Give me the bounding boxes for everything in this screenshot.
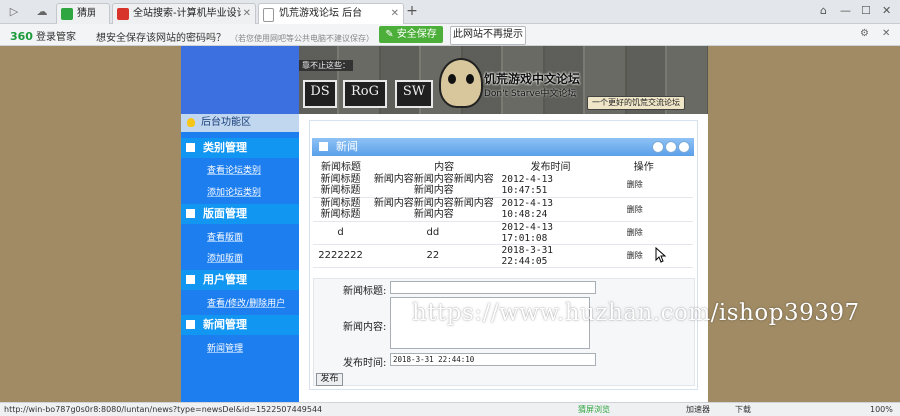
sidebar-group-news[interactable]: 新闻管理 bbox=[181, 315, 299, 335]
publish-button[interactable]: 发布 bbox=[316, 373, 343, 386]
forum-banner: 靠不止这些： DS RoG SW 饥荒游戏中文论坛 Don't Starve中文… bbox=[299, 46, 708, 114]
new-tab-button[interactable]: + bbox=[404, 4, 420, 20]
banner-subtitle: Don't Starve中文论坛 bbox=[484, 89, 577, 99]
time-input[interactable]: 2018-3-31 22:44:10 bbox=[390, 353, 596, 366]
sidebar-group-users[interactable]: 用户管理 bbox=[181, 270, 299, 290]
col-header-time: 发布时间 bbox=[530, 161, 571, 173]
news-content-cell: 新闻内容新闻内容新闻内容新闻内容 bbox=[368, 197, 498, 222]
tab-guess-browse[interactable]: 猜屏浏览 bbox=[56, 3, 110, 25]
sidebar-item-news[interactable]: 新闻管理 bbox=[207, 341, 243, 354]
save-password-question: 想安全保存该网站的密码吗？ （若您使用网吧等公共电脑不建议保存） bbox=[96, 33, 374, 44]
news-content-cell: 新闻内容新闻内容新闻内容新闻内容 bbox=[368, 173, 498, 198]
table-row: d dd 2012-4-13 17:01:08 删除 bbox=[313, 221, 693, 245]
col-header-content: 内容 bbox=[434, 161, 455, 173]
content-label: 新闻内容: bbox=[343, 322, 387, 333]
table-header-row: 新闻标题 内容 发布时间 操作 bbox=[313, 157, 693, 173]
title-label: 新闻标题: bbox=[343, 286, 387, 297]
public-computer-note: （若您使用网吧等公共电脑不建议保存） bbox=[230, 34, 374, 43]
delete-link[interactable]: 删除 bbox=[596, 244, 693, 268]
circle-icon[interactable] bbox=[665, 141, 677, 153]
news-panel-header: 新闻 bbox=[312, 138, 694, 156]
news-title-cell: 2222222 bbox=[313, 244, 369, 268]
sign-rog: RoG bbox=[343, 80, 387, 108]
status-url: http://win-bo787g0s0r8:8080/luntan/news?… bbox=[4, 405, 323, 414]
sidebar-toggle-icon[interactable]: ▷ bbox=[6, 4, 22, 20]
character-face-icon bbox=[439, 58, 483, 108]
minimize-icon[interactable]: — bbox=[840, 4, 851, 18]
safe-save-button[interactable]: ✎ 安全保存 bbox=[379, 26, 443, 43]
news-content-cell: dd bbox=[368, 221, 498, 245]
delete-link[interactable]: 删除 bbox=[596, 173, 693, 198]
square-bullet-icon bbox=[319, 142, 328, 151]
status-zoom[interactable]: 100% bbox=[870, 403, 893, 416]
square-bullet-icon bbox=[186, 275, 195, 284]
news-title-cell: 新闻标题 新闻标题 bbox=[313, 197, 369, 222]
sign-ds: DS bbox=[303, 80, 337, 108]
col-header-action: 操作 bbox=[633, 161, 654, 173]
delete-link[interactable]: 删除 bbox=[596, 197, 693, 222]
sidebar-item-manage-users[interactable]: 查看/修改/删除用户 bbox=[207, 296, 285, 309]
gear-icon[interactable]: ⚙ bbox=[860, 28, 869, 39]
never-prompt-button[interactable]: 此网站不再提示 bbox=[450, 26, 526, 45]
browser-status-bar: http://win-bo787g0s0r8:8080/luntan/news?… bbox=[0, 402, 900, 416]
red-square-icon bbox=[117, 8, 129, 20]
cloud-icon[interactable]: ☁ bbox=[34, 4, 50, 20]
circle-icon[interactable] bbox=[652, 141, 664, 153]
sidebar-current-area: 后台功能区 bbox=[181, 114, 299, 132]
status-guess-browse[interactable]: 猜屏浏览 bbox=[578, 403, 610, 416]
banner-tagline: 靠不止这些： bbox=[299, 60, 353, 71]
banner-slogan: 一个更好的饥荒交流论坛 bbox=[587, 96, 685, 110]
sidebar-item-add-category[interactable]: 添加论坛类别 bbox=[207, 185, 261, 198]
news-time-cell: 2012-4-13 10:47:51 bbox=[497, 173, 597, 198]
circle-icon[interactable] bbox=[678, 141, 690, 153]
sidebar-item-view-categories[interactable]: 查看论坛类别 bbox=[207, 163, 261, 176]
square-bullet-icon bbox=[186, 209, 195, 218]
close-icon[interactable]: ✕ bbox=[391, 4, 399, 24]
close-icon[interactable]: ✕ bbox=[882, 28, 890, 39]
status-accelerator[interactable]: 加速器 bbox=[686, 403, 710, 416]
sidebar-item-add-board[interactable]: 添加版面 bbox=[207, 251, 243, 264]
close-window-icon[interactable]: ✕ bbox=[882, 4, 891, 18]
sidebar-item-view-boards[interactable]: 查看版面 bbox=[207, 230, 243, 243]
lightbulb-icon bbox=[187, 118, 195, 127]
admin-sidebar: 后台功能区 类别管理 查看论坛类别 添加论坛类别 版面管理 查看版面 添加版面 … bbox=[181, 114, 299, 402]
panel-title: 新闻 bbox=[336, 140, 358, 153]
sidebar-group-category[interactable]: 类别管理 bbox=[181, 138, 299, 158]
watermark-text: https://www.huzhan.com/ishop39397 bbox=[412, 300, 860, 326]
sign-sw: SW bbox=[395, 80, 433, 108]
browser-tab-strip: ▷ ☁ 猜屏浏览 全站搜索-计算机毕业设计_计算机 ✕ 饥荒游戏论坛 后台 ✕ … bbox=[0, 0, 900, 26]
page-icon bbox=[263, 8, 274, 22]
news-table: 新闻标题 内容 发布时间 操作 新闻标题 新闻标题 新闻内容新闻内容新闻内容新闻… bbox=[313, 157, 693, 268]
brand-logo: 360 登录管家 bbox=[10, 30, 76, 43]
time-label: 发布时间: bbox=[343, 358, 387, 369]
sidebar-header-block bbox=[181, 46, 299, 114]
news-content-cell: 22 bbox=[368, 244, 498, 268]
news-time-cell: 2012-4-13 10:48:24 bbox=[497, 197, 597, 222]
banner-title: 饥荒游戏中文论坛 bbox=[484, 72, 581, 86]
news-title-cell: d bbox=[313, 221, 369, 245]
close-icon[interactable]: ✕ bbox=[243, 4, 251, 24]
green-square-icon bbox=[61, 8, 73, 20]
square-bullet-icon bbox=[186, 143, 195, 152]
sidebar-group-board[interactable]: 版面管理 bbox=[181, 204, 299, 224]
password-save-bar: 360 登录管家 想安全保存该网站的密码吗？ （若您使用网吧等公共电脑不建议保存） … bbox=[0, 24, 900, 46]
maximize-icon[interactable]: ☐ bbox=[861, 4, 871, 18]
news-time-cell: 2012-4-13 17:01:08 bbox=[497, 221, 597, 245]
table-row: 新闻标题 新闻标题 新闻内容新闻内容新闻内容新闻内容 2012-4-13 10:… bbox=[313, 197, 693, 222]
news-time-cell: 2018-3-31 22:44:05 bbox=[497, 244, 597, 268]
table-row: 2222222 22 2018-3-31 22:44:05 删除 bbox=[313, 244, 693, 268]
news-title-cell: 新闻标题 新闻标题 bbox=[313, 173, 369, 198]
title-input[interactable] bbox=[390, 281, 596, 294]
tab-site-search[interactable]: 全站搜索-计算机毕业设计_计算机 ✕ bbox=[112, 3, 256, 25]
skin-icon[interactable]: ⌂ bbox=[820, 4, 827, 18]
status-download[interactable]: 下载 bbox=[735, 403, 751, 416]
table-row: 新闻标题 新闻标题 新闻内容新闻内容新闻内容新闻内容 2012-4-13 10:… bbox=[313, 173, 693, 198]
delete-link[interactable]: 删除 bbox=[596, 221, 693, 245]
square-bullet-icon bbox=[186, 320, 195, 329]
col-header-title: 新闻标题 bbox=[321, 161, 361, 173]
tab-forum-admin[interactable]: 饥荒游戏论坛 后台 ✕ bbox=[258, 3, 404, 26]
